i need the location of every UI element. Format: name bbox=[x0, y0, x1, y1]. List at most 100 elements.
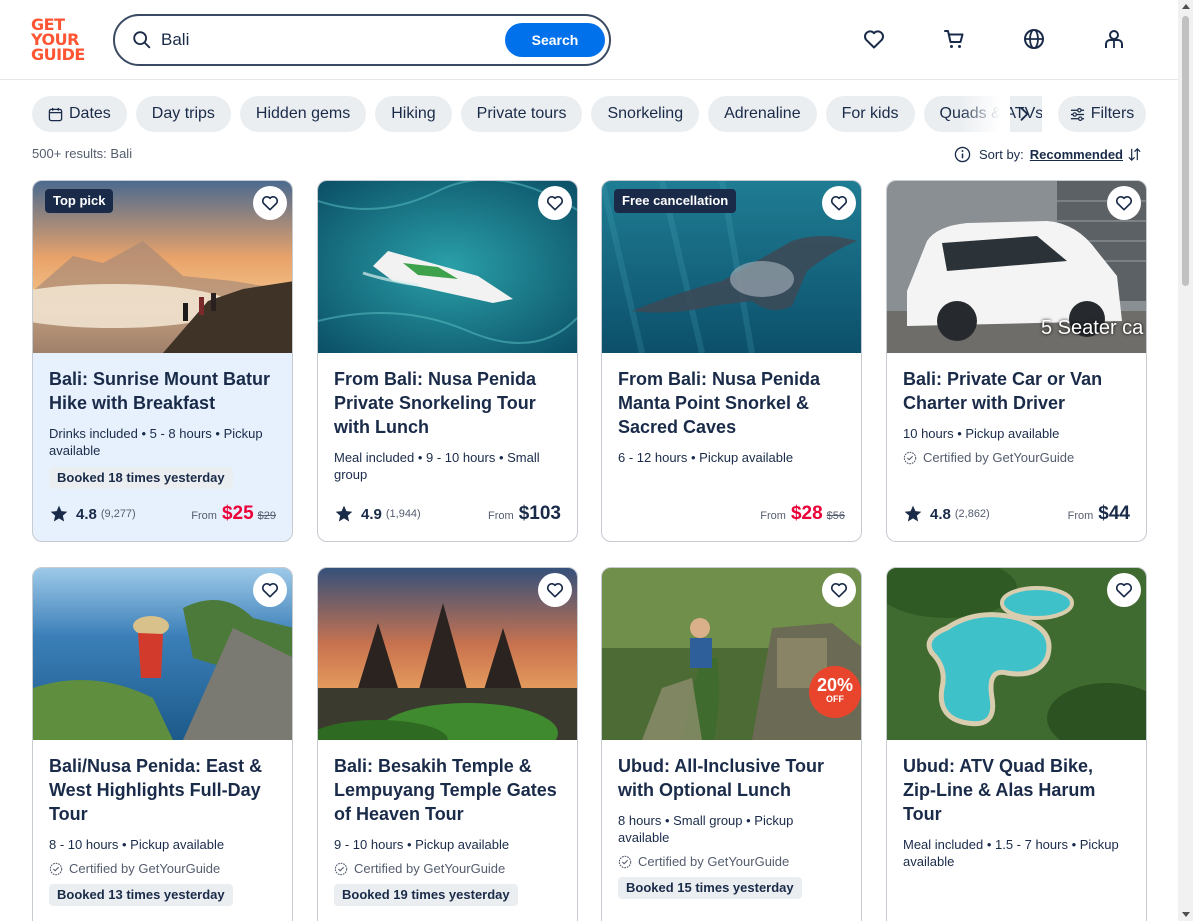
search-input[interactable] bbox=[161, 28, 501, 52]
activity-image[interactable] bbox=[33, 568, 292, 740]
activity-title[interactable]: From Bali: Nusa Penida Manta Point Snork… bbox=[618, 367, 845, 439]
rating-value: 4.9 bbox=[361, 505, 382, 523]
search-icon bbox=[133, 31, 151, 49]
activity-card[interactable]: From Bali: Nusa Penida Private Snorkelin… bbox=[317, 180, 578, 542]
activity-card[interactable]: Ubud: ATV Quad Bike, Zip-Line & Alas Har… bbox=[886, 567, 1147, 921]
activity-details: 10 hours • Pickup available bbox=[903, 426, 1060, 441]
wishlist-heart-icon[interactable] bbox=[822, 186, 856, 220]
rating: 4.8 (2,862) bbox=[903, 504, 990, 524]
category-chips: Dates Day trips Hidden gems Hiking Private t… bbox=[32, 96, 1042, 132]
logo-line-3: GUIDE bbox=[31, 45, 85, 64]
activity-title[interactable]: Bali: Private Car or Van Charter with Dr… bbox=[903, 367, 1130, 415]
free-cancellation-badge: Free cancellation bbox=[614, 189, 737, 213]
price-value: $28 bbox=[790, 503, 823, 524]
chip-dates[interactable]: Dates bbox=[32, 96, 127, 132]
scroll-down-arrow-icon[interactable] bbox=[1182, 912, 1190, 917]
activity-card[interactable]: Bali/Nusa Penida: East & West Highlights… bbox=[32, 567, 293, 921]
wishlist-heart-icon[interactable] bbox=[538, 186, 572, 220]
getyourguide-logo[interactable]: GET YOUR GUIDE bbox=[31, 17, 89, 63]
chip-day-trips[interactable]: Day trips bbox=[135, 96, 231, 132]
activity-card[interactable]: Top pick Bali: Sunrise Mount Batur Hike … bbox=[32, 180, 293, 542]
activity-title[interactable]: Bali/Nusa Penida: East & West Highlights… bbox=[49, 754, 276, 826]
filters-button[interactable]: Filters bbox=[1058, 96, 1146, 132]
activity-image[interactable]: Free cancellation bbox=[602, 181, 861, 353]
chip-for-kids[interactable]: For kids bbox=[825, 96, 915, 132]
from-label: From bbox=[488, 510, 514, 522]
rating: 4.8 (9,277) bbox=[49, 504, 136, 524]
certified-badge-icon bbox=[618, 855, 632, 868]
account-icon[interactable] bbox=[1101, 26, 1127, 52]
globe-icon[interactable] bbox=[1021, 26, 1047, 52]
search-button[interactable]: Search bbox=[505, 23, 605, 57]
wishlist-heart-icon[interactable] bbox=[1107, 186, 1141, 220]
activity-details: Meal included • 1.5 - 7 hours • Pickup a… bbox=[903, 837, 1119, 869]
original-price: $29 bbox=[257, 510, 276, 522]
chips-fade bbox=[960, 96, 1010, 132]
activity-card[interactable]: 5 Seater ca Bali: Private Car or Van Cha… bbox=[886, 180, 1147, 542]
certified-text: Certified by GetYourGuide bbox=[69, 861, 221, 876]
review-count: (2,862) bbox=[954, 508, 990, 520]
review-count: (1,944) bbox=[385, 508, 421, 520]
sort-label: Sort by: bbox=[979, 146, 1024, 162]
activity-image[interactable] bbox=[887, 568, 1146, 740]
activity-details: 9 - 10 hours • Pickup available bbox=[334, 837, 510, 852]
chip-hiking[interactable]: Hiking bbox=[375, 96, 452, 132]
cart-icon[interactable] bbox=[941, 26, 967, 52]
booked-badge: Booked 13 times yesterday bbox=[49, 884, 233, 906]
activity-card[interactable]: Free cancellation From Bali: Nusa Penida… bbox=[601, 180, 862, 542]
wishlist-heart-icon[interactable] bbox=[822, 573, 856, 607]
scrollbar-thumb[interactable] bbox=[1182, 16, 1189, 286]
activity-card[interactable]: Bali: Besakih Temple & Lempuyang Temple … bbox=[317, 567, 578, 921]
discount-sub: OFF bbox=[826, 694, 844, 704]
wishlist-heart-icon[interactable] bbox=[253, 573, 287, 607]
original-price: $56 bbox=[826, 510, 845, 522]
image-caption: 5 Seater ca bbox=[1041, 317, 1144, 339]
from-label: From bbox=[191, 510, 217, 522]
vertical-scrollbar[interactable] bbox=[1178, 0, 1193, 921]
activity-image[interactable]: 5 Seater ca bbox=[887, 181, 1146, 353]
certified-label: Certified by GetYourGuide bbox=[49, 861, 276, 876]
certified-badge-icon bbox=[903, 451, 917, 464]
info-icon[interactable] bbox=[954, 146, 971, 163]
certified-badge-icon bbox=[334, 862, 348, 875]
activity-card[interactable]: 20% OFF Ubud: All-Inclusive Tour with Opt… bbox=[601, 567, 862, 921]
sort-value[interactable]: Recommended bbox=[1030, 147, 1123, 162]
wishlist-heart-icon[interactable] bbox=[253, 186, 287, 220]
activity-image[interactable]: Top pick bbox=[33, 181, 292, 353]
scroll-up-arrow-icon[interactable] bbox=[1182, 4, 1190, 9]
activity-title[interactable]: From Bali: Nusa Penida Private Snorkelin… bbox=[334, 367, 561, 439]
review-count: (9,277) bbox=[100, 508, 136, 520]
certified-text: Certified by GetYourGuide bbox=[923, 450, 1075, 465]
activity-image[interactable] bbox=[318, 181, 577, 353]
rating-value: 4.8 bbox=[930, 505, 951, 523]
activity-title[interactable]: Ubud: All-Inclusive Tour with Optional L… bbox=[618, 754, 845, 802]
sort-control[interactable]: Sort by: Recommended bbox=[954, 144, 1142, 164]
chevron-right-icon[interactable] bbox=[1012, 102, 1036, 126]
rating: 4.9 (1,944) bbox=[334, 504, 421, 524]
activity-details: 6 - 12 hours • Pickup available bbox=[618, 450, 794, 465]
sliders-icon bbox=[1070, 107, 1084, 121]
activity-image[interactable]: 20% OFF bbox=[602, 568, 861, 740]
chip-hidden-gems[interactable]: Hidden gems bbox=[239, 96, 367, 132]
price-value: $44 bbox=[1098, 503, 1130, 524]
certified-text: Certified by GetYourGuide bbox=[354, 861, 506, 876]
activity-details: 8 - 10 hours • Pickup available bbox=[49, 837, 225, 852]
results-count: 500+ results: Bali bbox=[32, 146, 133, 161]
booked-badge: Booked 18 times yesterday bbox=[49, 467, 233, 489]
discount-value: 20% bbox=[816, 675, 854, 695]
activity-title[interactable]: Bali: Sunrise Mount Batur Hike with Brea… bbox=[49, 367, 276, 415]
chip-snorkeling[interactable]: Snorkeling bbox=[591, 96, 700, 132]
activity-image[interactable] bbox=[318, 568, 577, 740]
wishlist-heart-icon[interactable] bbox=[1107, 573, 1141, 607]
certified-badge-icon bbox=[49, 862, 63, 875]
activity-title[interactable]: Bali: Besakih Temple & Lempuyang Temple … bbox=[334, 754, 561, 826]
discount-badge: 20% OFF bbox=[809, 666, 861, 718]
price-value: $103 bbox=[518, 503, 561, 524]
chip-private-tours[interactable]: Private tours bbox=[460, 96, 583, 132]
heart-icon[interactable] bbox=[861, 26, 887, 52]
activity-details: 8 hours • Small group • Pickup available bbox=[618, 813, 794, 845]
wishlist-heart-icon[interactable] bbox=[538, 573, 572, 607]
from-label: From bbox=[760, 510, 786, 522]
chip-adrenaline[interactable]: Adrenaline bbox=[708, 96, 817, 132]
activity-title[interactable]: Ubud: ATV Quad Bike, Zip-Line & Alas Har… bbox=[903, 754, 1130, 826]
